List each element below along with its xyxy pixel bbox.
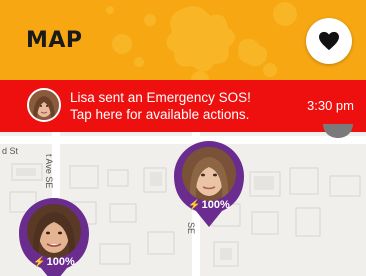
battery-label: 100% <box>46 256 75 268</box>
page-title: MAP <box>26 28 83 53</box>
bolt-icon: ⚡ <box>33 257 46 268</box>
sos-alert-banner[interactable]: Lisa sent an Emergency SOS! Tap here for… <box>0 80 366 132</box>
heart-icon <box>319 31 339 51</box>
location-marker[interactable]: ⚡100% <box>19 198 89 276</box>
street-label: d St <box>2 146 19 156</box>
battery-level: ⚡100% <box>19 256 89 268</box>
member-photo <box>182 147 236 201</box>
app-header: MAP <box>0 0 366 84</box>
bolt-icon: ⚡ <box>188 200 201 211</box>
avatar <box>27 88 61 122</box>
street-label: t Ave SE <box>44 154 54 189</box>
favorites-button[interactable] <box>306 18 352 64</box>
sos-message-line2: Tap here for available actions. <box>70 107 250 122</box>
map-screen: MAP Lisa sent an Emergency SOS! Tap here… <box>0 0 366 276</box>
member-photo <box>27 204 81 258</box>
battery-level: ⚡100% <box>174 199 244 211</box>
location-marker[interactable]: ⚡100% <box>174 141 244 227</box>
sos-message: Lisa sent an Emergency SOS! Tap here for… <box>70 89 251 123</box>
sos-message-line1: Lisa sent an Emergency SOS! <box>70 90 251 105</box>
sos-timestamp: 3:30 pm <box>307 98 354 113</box>
avatar-photo <box>29 90 59 120</box>
battery-label: 100% <box>201 199 230 211</box>
